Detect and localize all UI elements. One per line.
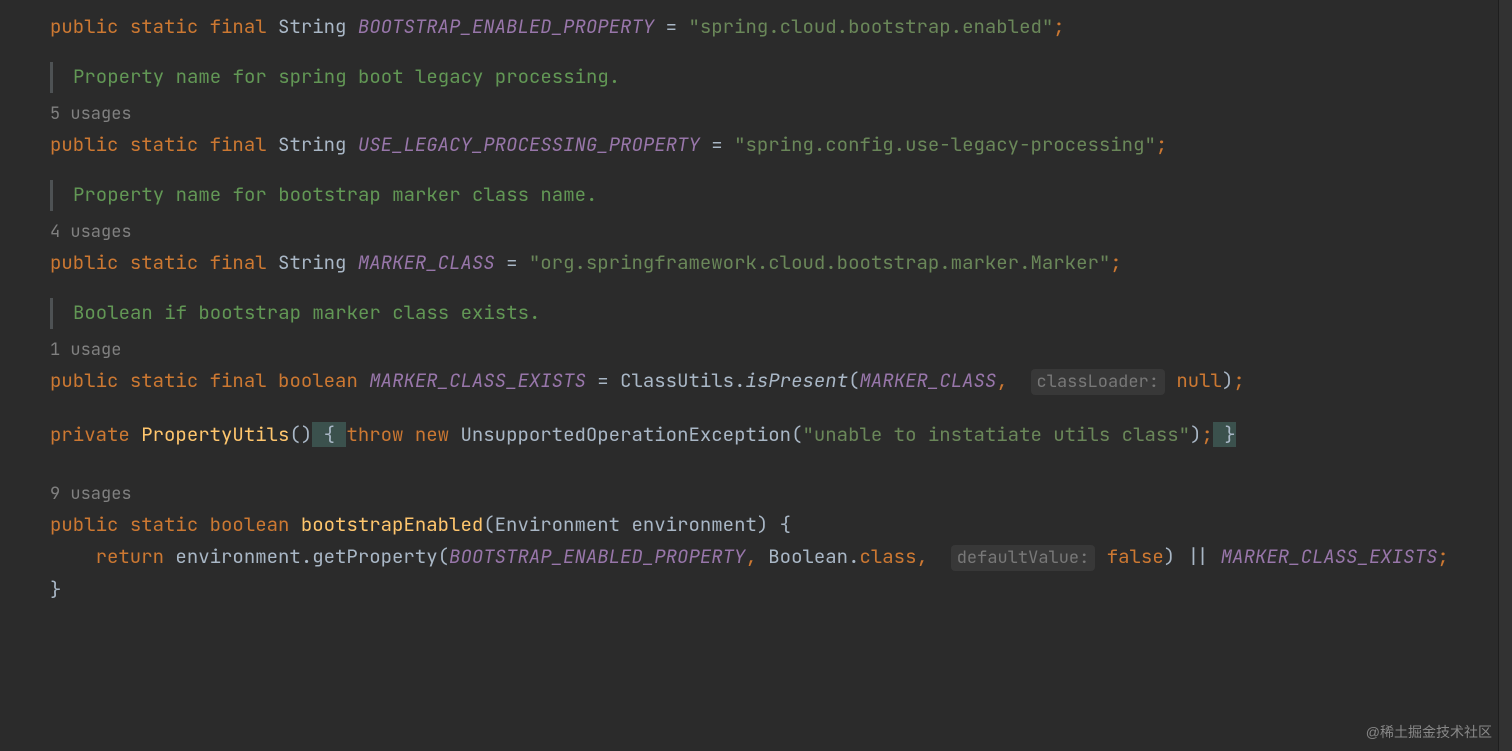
usages-hint[interactable]: 9 usages — [50, 481, 1512, 508]
code-line: private PropertyUtils() { throw new Unsu… — [50, 420, 1512, 450]
brace-highlight: } — [1213, 422, 1236, 447]
scrollbar[interactable] — [1498, 0, 1512, 751]
javadoc-text: Property name for spring boot legacy pro… — [73, 64, 620, 89]
string-literal: "org.springframework.cloud.bootstrap.mar… — [529, 250, 1110, 275]
brace-highlight: { — [312, 422, 346, 447]
string-literal: "spring.config.use-legacy-processing" — [734, 132, 1156, 157]
const-marker-class: MARKER_CLASS — [358, 250, 495, 275]
const-bootstrap-enabled: BOOTSTRAP_ENABLED_PROPERTY — [358, 14, 654, 39]
const-use-legacy: USE_LEGACY_PROCESSING_PROPERTY — [358, 132, 700, 157]
string-literal: "unable to instatiate utils class" — [802, 422, 1190, 447]
javadoc-block: Property name for spring boot legacy pro… — [50, 62, 1512, 92]
usages-hint[interactable]: 1 usage — [50, 337, 1512, 364]
constructor-propertyutils: PropertyUtils — [141, 422, 289, 447]
code-line: public static final String USE_LEGACY_PR… — [50, 130, 1512, 160]
keyword-static: static — [130, 14, 198, 39]
javadoc-block: Boolean if bootstrap marker class exists… — [50, 298, 1512, 328]
method-bootstrapenabled: bootstrapEnabled — [301, 512, 483, 537]
code-line: return environment.getProperty(BOOTSTRAP… — [50, 542, 1512, 572]
javadoc-block: Property name for bootstrap marker class… — [50, 180, 1512, 210]
keyword-final: final — [210, 14, 267, 39]
param-hint: defaultValue: — [951, 545, 1096, 571]
usages-hint[interactable]: 5 usages — [50, 101, 1512, 128]
code-editor[interactable]: public static final String BOOTSTRAP_ENA… — [50, 12, 1512, 605]
javadoc-text: Property name for bootstrap marker class… — [73, 182, 597, 207]
type-string: String — [278, 14, 346, 39]
string-literal: "spring.cloud.bootstrap.enabled" — [688, 14, 1053, 39]
param-hint: classLoader: — [1031, 369, 1165, 395]
keyword-public: public — [50, 14, 118, 39]
code-line: public static final String MARKER_CLASS … — [50, 248, 1512, 278]
usages-hint[interactable]: 4 usages — [50, 219, 1512, 246]
code-line: public static final String BOOTSTRAP_ENA… — [50, 12, 1512, 42]
javadoc-text: Boolean if bootstrap marker class exists… — [73, 300, 540, 325]
method-ispresent: isPresent — [746, 368, 849, 393]
code-line: public static final boolean MARKER_CLASS… — [50, 366, 1512, 396]
code-line: } — [50, 575, 1512, 605]
watermark: @稀土掘金技术社区 — [1366, 721, 1492, 743]
method-getproperty: getProperty — [312, 544, 437, 569]
code-line: public static boolean bootstrapEnabled(E… — [50, 510, 1512, 540]
const-marker-exists: MARKER_CLASS_EXISTS — [369, 368, 586, 393]
